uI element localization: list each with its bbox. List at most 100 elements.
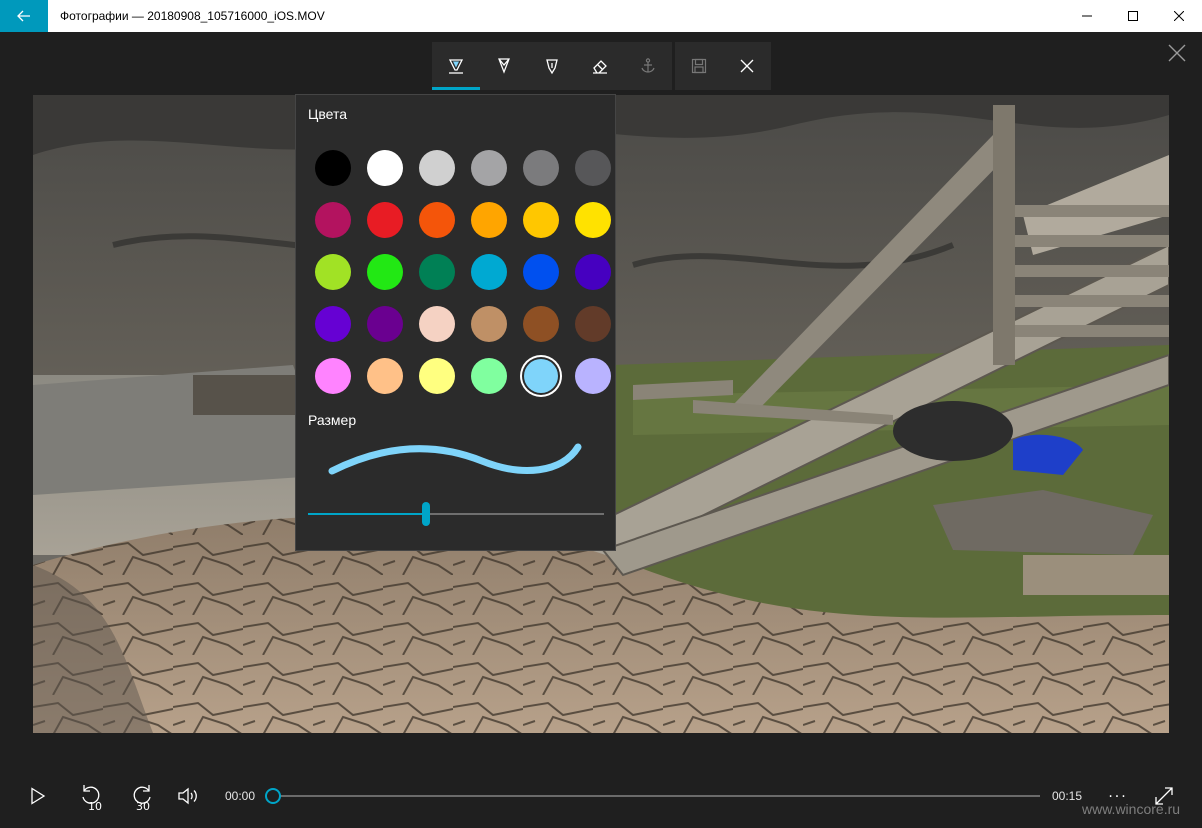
color-swatch-dot — [419, 254, 455, 290]
color-swatch-15[interactable] — [411, 246, 463, 298]
color-swatch-10[interactable] — [463, 194, 515, 246]
tool-pencil[interactable] — [480, 42, 528, 90]
color-swatch-19[interactable] — [307, 298, 359, 350]
color-swatch-26[interactable] — [359, 350, 411, 402]
more-icon: ... — [1108, 785, 1128, 801]
back-button[interactable] — [0, 0, 48, 32]
color-swatch-2[interactable] — [359, 142, 411, 194]
color-swatch-5[interactable] — [515, 142, 567, 194]
seek-thumb[interactable] — [265, 788, 281, 804]
color-swatch-27[interactable] — [411, 350, 463, 402]
color-swatch-4[interactable] — [463, 142, 515, 194]
color-swatch-30[interactable] — [567, 350, 619, 402]
title-bar: Фотографии — 20180908_105716000_iOS.MOV — [0, 0, 1202, 32]
color-swatch-dot — [471, 358, 507, 394]
pencil-icon — [498, 58, 510, 74]
seek-bar[interactable] — [273, 795, 1040, 797]
close-editor-button[interactable] — [1162, 38, 1192, 68]
color-swatch-dot — [367, 358, 403, 394]
color-swatch-1[interactable] — [307, 142, 359, 194]
color-swatch-8[interactable] — [359, 194, 411, 246]
close-icon — [1168, 44, 1186, 62]
color-swatch-dot — [367, 254, 403, 290]
color-swatch-16[interactable] — [463, 246, 515, 298]
stroke-size-slider-fill — [308, 513, 427, 515]
color-swatch-grid — [307, 142, 611, 402]
color-swatch-20[interactable] — [359, 298, 411, 350]
color-swatch-dot — [367, 306, 403, 342]
minimize-button[interactable] — [1064, 0, 1110, 32]
color-swatch-dot — [471, 202, 507, 238]
watermark: www.wincore.ru — [1082, 801, 1181, 817]
close-window-button[interactable] — [1156, 0, 1202, 32]
current-time: 00:00 — [225, 789, 256, 803]
color-swatch-13[interactable] — [307, 246, 359, 298]
colors-heading: Цвета — [308, 106, 347, 122]
ink-toolbar — [432, 42, 672, 90]
back-arrow-icon — [17, 10, 30, 22]
color-swatch-dot — [471, 306, 507, 342]
tool-eraser[interactable] — [576, 42, 624, 90]
tool-anchor[interactable] — [624, 42, 672, 90]
ballpoint-pen-icon — [448, 59, 464, 74]
color-swatch-dot — [315, 254, 351, 290]
color-swatch-dot — [419, 358, 455, 394]
maximize-button[interactable] — [1110, 0, 1156, 32]
size-heading: Размер — [308, 412, 357, 428]
color-swatch-24[interactable] — [567, 298, 619, 350]
play-button[interactable] — [18, 770, 58, 822]
color-swatch-14[interactable] — [359, 246, 411, 298]
color-swatch-dot — [575, 306, 611, 342]
color-swatch-dot — [315, 306, 351, 342]
color-swatch-25[interactable] — [307, 350, 359, 402]
color-swatch-9[interactable] — [411, 194, 463, 246]
total-time: 00:15 — [1052, 789, 1083, 803]
calligraphy-pen-icon — [546, 59, 558, 75]
color-swatch-11[interactable] — [515, 194, 567, 246]
skip-forward-icon: 30 — [133, 785, 151, 811]
color-swatch-28[interactable] — [463, 350, 515, 402]
tool-ballpoint-pen[interactable] — [432, 42, 480, 90]
color-swatch-3[interactable] — [411, 142, 463, 194]
eraser-icon — [593, 60, 607, 74]
color-swatch-22[interactable] — [463, 298, 515, 350]
anchor-icon — [641, 58, 655, 73]
volume-button[interactable] — [168, 770, 208, 822]
play-icon — [31, 787, 46, 805]
volume-icon — [178, 787, 197, 805]
close-icon — [740, 59, 754, 73]
color-swatch-21[interactable] — [411, 298, 463, 350]
skip-back-label: 10 — [88, 800, 102, 811]
color-swatch-dot — [367, 150, 403, 186]
save-button[interactable] — [675, 42, 723, 90]
color-swatch-dot — [419, 202, 455, 238]
skip-back-button[interactable]: 10 — [72, 770, 112, 822]
stroke-size-slider[interactable] — [308, 502, 604, 526]
color-swatch-dot — [523, 150, 559, 186]
stroke-size-preview — [328, 443, 582, 475]
ink-close-button[interactable] — [723, 42, 771, 90]
color-swatch-dot — [575, 358, 611, 394]
color-swatch-7[interactable] — [307, 194, 359, 246]
color-swatch-12[interactable] — [567, 194, 619, 246]
tool-calligraphy-pen[interactable] — [528, 42, 576, 90]
color-swatch-6[interactable] — [567, 142, 619, 194]
save-icon — [691, 58, 707, 74]
color-swatch-dot — [315, 202, 351, 238]
color-swatch-dot — [523, 254, 559, 290]
window-title: Фотографии — 20180908_105716000_iOS.MOV — [60, 9, 325, 23]
skip-forward-label: 30 — [136, 800, 150, 811]
color-swatch-23[interactable] — [515, 298, 567, 350]
stroke-size-slider-thumb[interactable] — [422, 502, 431, 526]
color-swatch-29[interactable] — [515, 350, 567, 402]
color-swatch-18[interactable] — [567, 246, 619, 298]
color-swatch-17[interactable] — [515, 246, 567, 298]
skip-forward-button[interactable]: 30 — [121, 770, 161, 822]
color-swatch-dot — [367, 202, 403, 238]
color-swatch-dot — [523, 202, 559, 238]
color-swatch-dot — [524, 359, 558, 393]
maximize-icon — [1128, 11, 1138, 21]
color-swatch-dot — [575, 202, 611, 238]
color-swatch-dot — [419, 150, 455, 186]
minimize-icon — [1082, 15, 1092, 17]
